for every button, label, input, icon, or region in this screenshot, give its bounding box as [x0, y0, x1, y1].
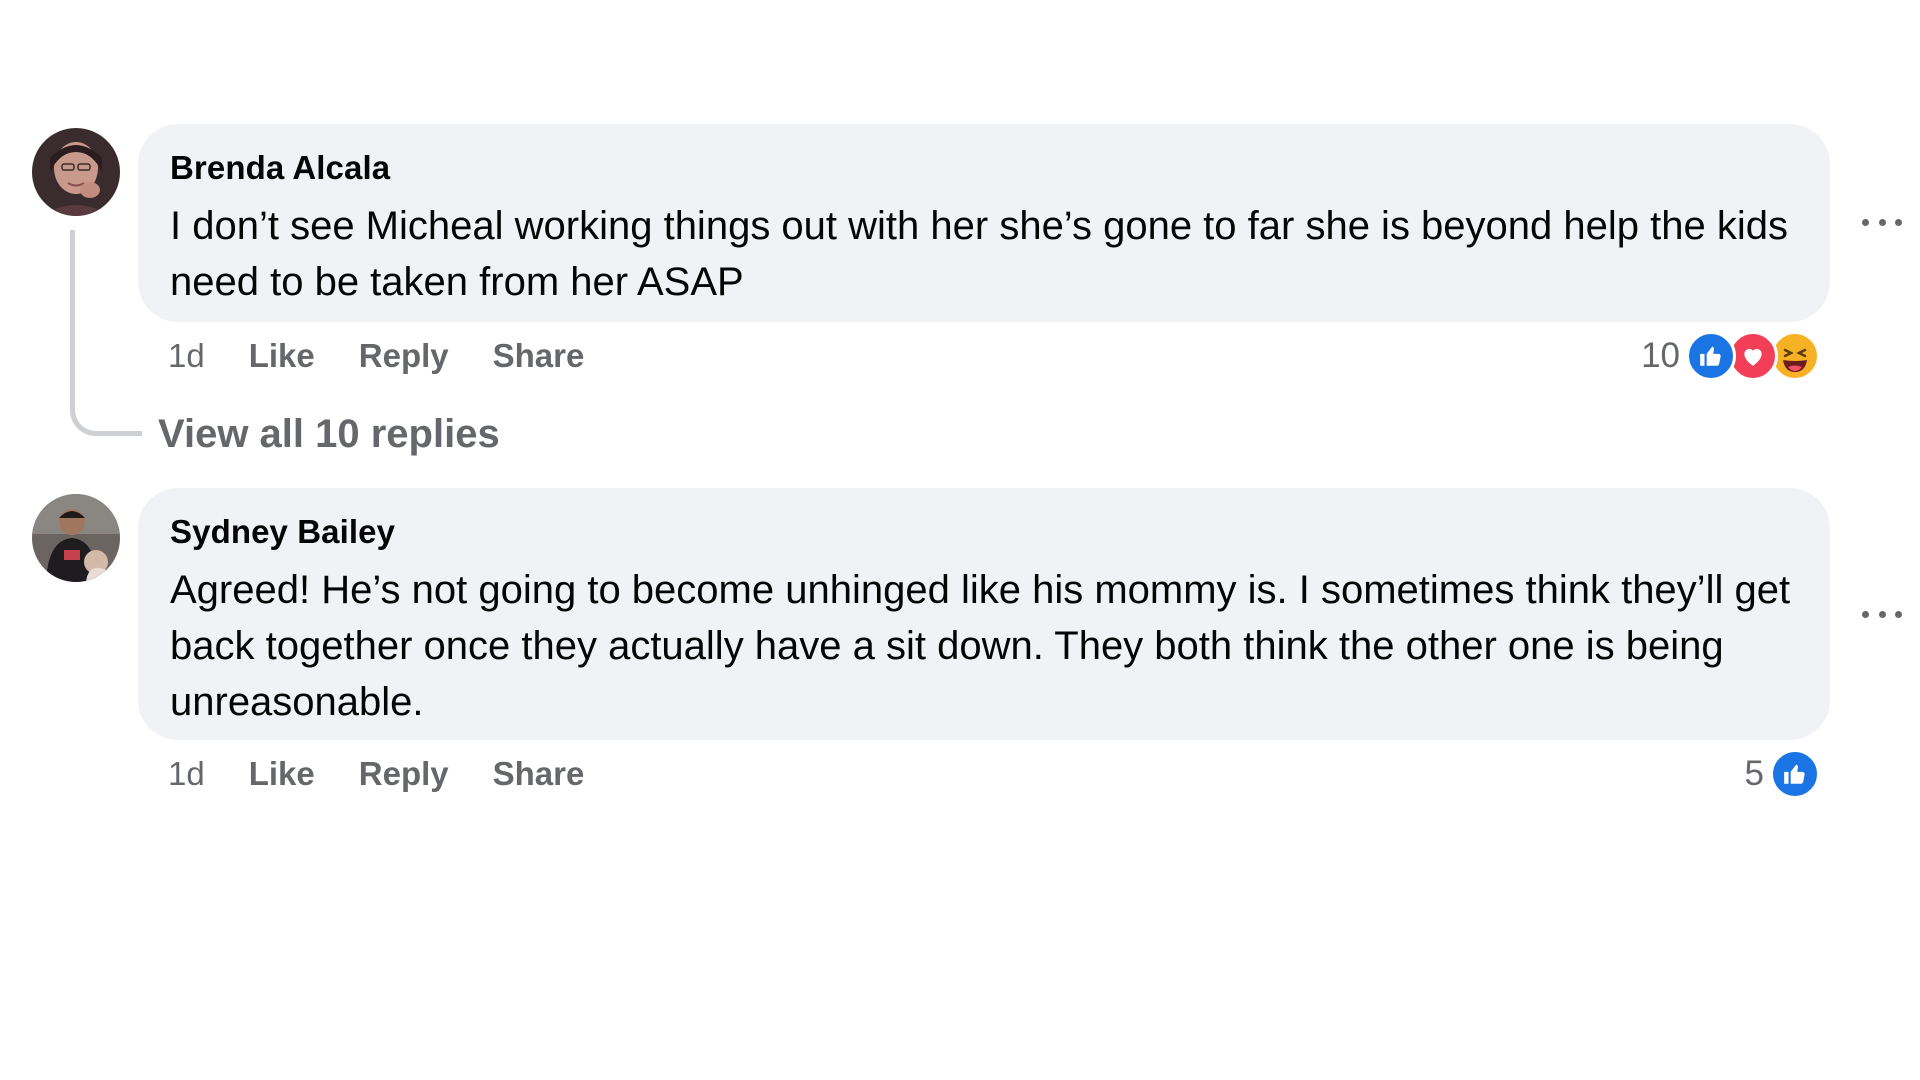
- comment-bubble: Brenda Alcala I don’t see Micheal workin…: [138, 124, 1830, 322]
- comments-section: Brenda Alcala I don’t see Micheal workin…: [0, 0, 1920, 1080]
- comment-text: Agreed! He’s not going to become unhinge…: [170, 568, 1791, 724]
- reaction-summary[interactable]: 10: [1641, 331, 1820, 381]
- comment-author[interactable]: Brenda Alcala: [170, 148, 1796, 188]
- like-button[interactable]: Like: [249, 754, 315, 794]
- share-button[interactable]: Share: [493, 754, 585, 794]
- avatar[interactable]: [32, 128, 120, 216]
- comment-text: I don’t see Micheal working things out w…: [170, 204, 1788, 304]
- comment-timestamp[interactable]: 1d: [168, 754, 205, 794]
- view-all-replies-link[interactable]: View all 10 replies: [158, 410, 500, 458]
- like-button[interactable]: Like: [249, 336, 315, 376]
- comment-author[interactable]: Sydney Bailey: [170, 512, 1796, 552]
- comment-bubble: Sydney Bailey Agreed! He’s not going to …: [138, 488, 1830, 740]
- more-options-icon[interactable]: [1862, 212, 1902, 232]
- reply-button[interactable]: Reply: [359, 754, 449, 794]
- thread-connector-line: [70, 230, 142, 436]
- reply-button[interactable]: Reply: [359, 336, 449, 376]
- reaction-count: 10: [1641, 336, 1680, 375]
- comment-actions: 1d Like Reply Share: [168, 754, 628, 794]
- reaction-count: 5: [1744, 754, 1764, 793]
- like-reaction-icon: [1686, 331, 1736, 381]
- like-reaction-icon: [1770, 749, 1820, 799]
- share-button[interactable]: Share: [493, 336, 585, 376]
- comment-timestamp[interactable]: 1d: [168, 336, 205, 376]
- reaction-summary[interactable]: 5: [1745, 749, 1820, 799]
- more-options-icon[interactable]: [1862, 604, 1902, 624]
- avatar[interactable]: [32, 494, 120, 582]
- comment-actions: 1d Like Reply Share: [168, 336, 628, 376]
